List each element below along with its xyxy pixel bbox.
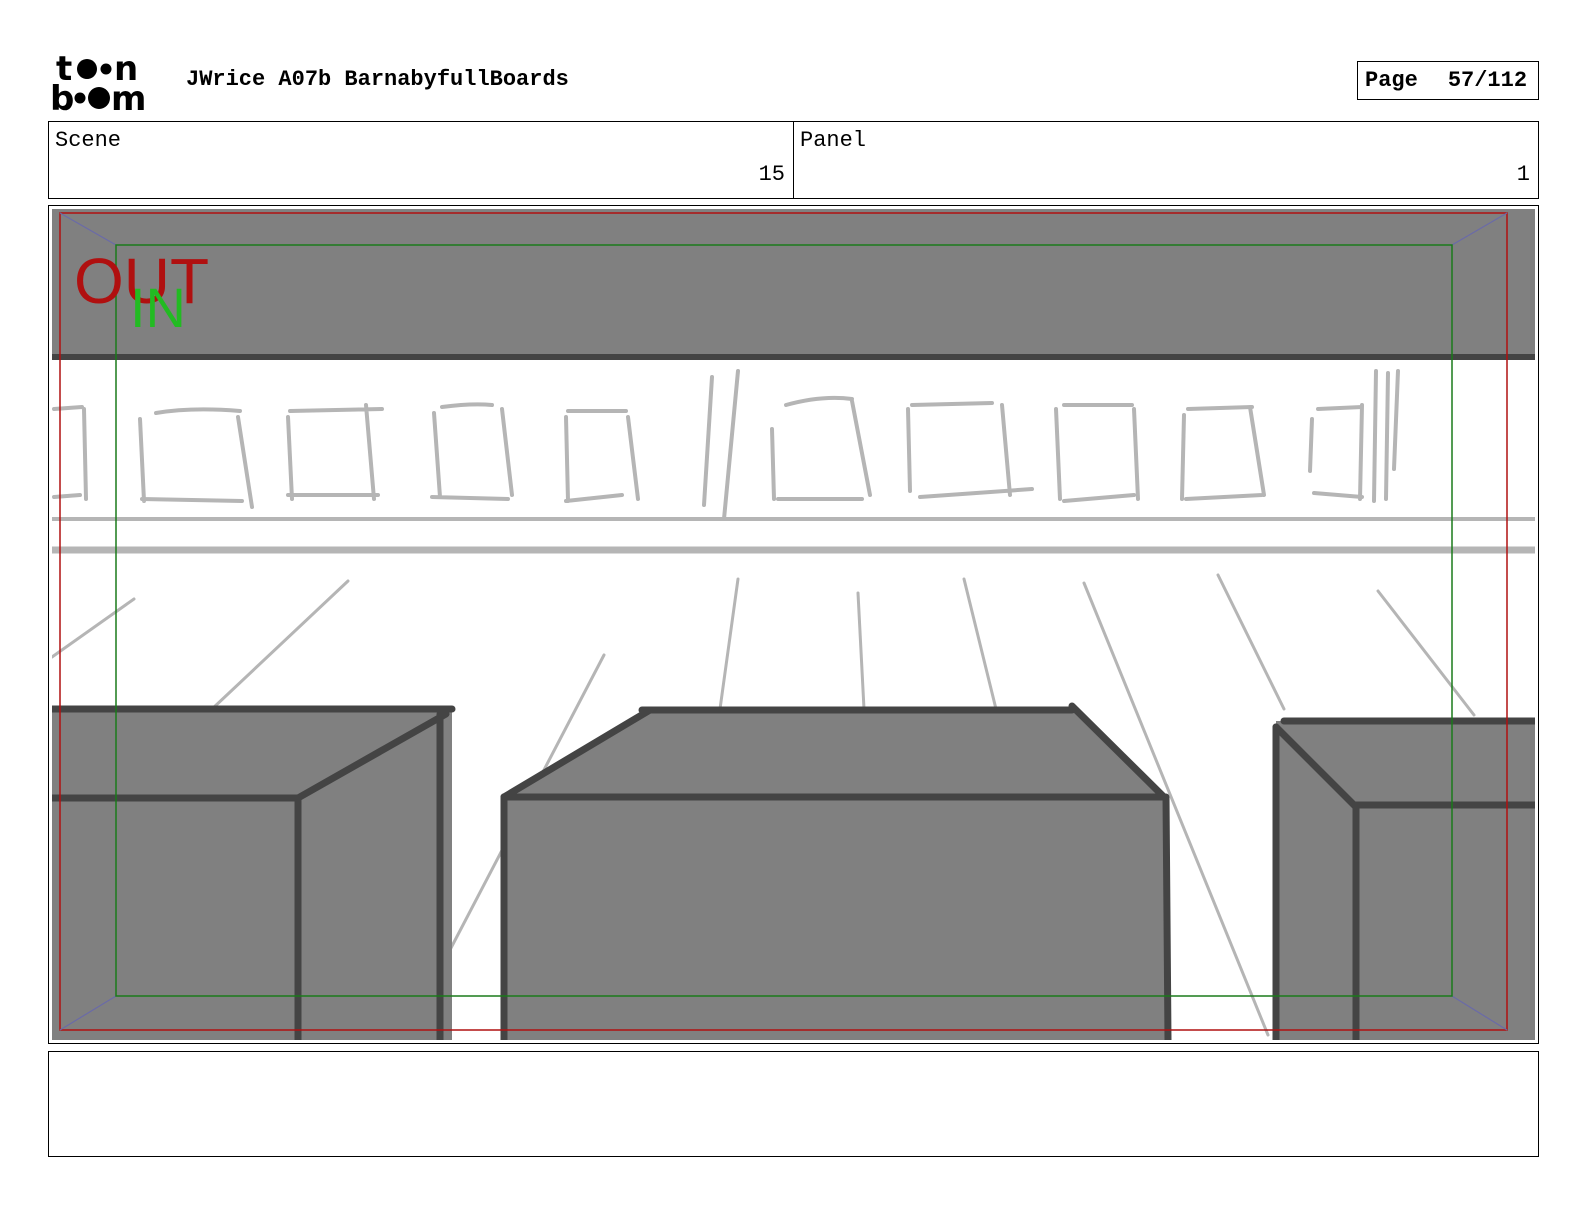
storyboard-panel: OUT IN [48,205,1539,1044]
svg-text:b: b [50,79,74,114]
page-number: 57/112 [1447,68,1528,93]
panel-drawing: OUT IN [52,209,1535,1040]
panel-label: Panel [800,128,867,153]
panel-value: 1 [1516,162,1530,187]
panel-cell: Panel 1 [793,122,1538,198]
document-title: JWrice A07b BarnabyfullBoards [186,67,569,92]
top-wall [52,209,1535,357]
right-box [1272,717,1535,1040]
toon-boom-logo-graphic: t n b m [50,49,146,119]
notes-box [48,1051,1539,1157]
toon-boom-logo: t n b m [50,49,168,119]
left-box [52,705,456,1040]
page-indicator: Page 57/112 [1357,61,1539,100]
in-label: IN [130,276,186,339]
scene-panel-info: Scene 15 Panel 1 [48,121,1539,199]
center-box [500,702,1172,1040]
scene-value: 15 [758,162,785,187]
page-label: Page [1365,68,1418,93]
scene-label: Scene [55,128,122,153]
scene-cell: Scene 15 [49,122,793,198]
svg-text:m: m [111,79,146,114]
